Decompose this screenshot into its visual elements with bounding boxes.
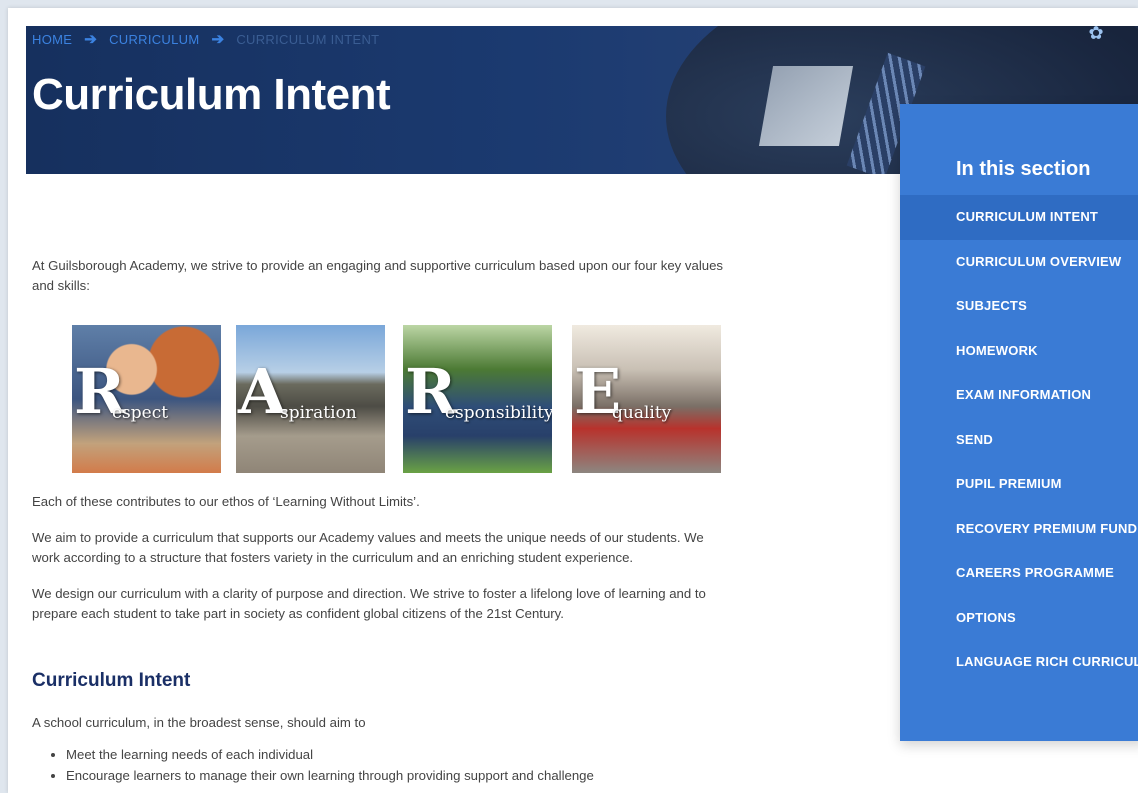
nav-item-curriculum-intent[interactable]: CURRICULUM INTENT — [900, 195, 1138, 240]
value-initial: A — [238, 355, 287, 428]
value-word: esponsibility — [445, 403, 552, 423]
nav-item-options[interactable]: OPTIONS — [900, 596, 1138, 641]
nav-item-careers-programme[interactable]: CAREERS PROGRAMME — [900, 551, 1138, 596]
design-paragraph: We design our curriculum with a clarity … — [32, 586, 706, 621]
crest-icon: ✿ — [1088, 26, 1104, 43]
arrow-right-icon: ➔ — [84, 31, 98, 48]
value-tile-aspiration: A spiration — [236, 325, 385, 473]
aim-paragraph: We aim to provide a curriculum that supp… — [32, 530, 704, 565]
list-item: Encourage learners to manage their own l… — [66, 765, 594, 786]
breadcrumb-curriculum-link[interactable]: CURRICULUM — [109, 32, 199, 47]
value-word: spiration — [280, 403, 357, 423]
value-tile-equality: E quality — [572, 325, 721, 473]
nav-item-language-rich-curriculum[interactable]: LANGUAGE RICH CURRICULUM — [900, 640, 1138, 685]
breadcrumb-current: CURRICULUM INTENT — [236, 31, 380, 47]
section-nav-list: CURRICULUM INTENT CURRICULUM OVERVIEW SU… — [900, 195, 1138, 685]
nav-item-curriculum-overview[interactable]: CURRICULUM OVERVIEW — [900, 240, 1138, 285]
nav-item-send[interactable]: SEND — [900, 418, 1138, 463]
intro-paragraph: At Guilsborough Academy, we strive to pr… — [32, 258, 724, 293]
value-word: quality — [612, 403, 672, 423]
value-tile-respect: R espect — [72, 325, 221, 473]
page-title: Curriculum Intent — [32, 70, 391, 119]
page: ✿ HOME ➔ CURRICULUM ➔ CURRICULUM INTENT … — [8, 8, 1138, 793]
nav-item-recovery-premium-funding[interactable]: RECOVERY PREMIUM FUNDING — [900, 507, 1138, 552]
aims-list: Meet the learning needs of each individu… — [32, 744, 594, 786]
section-intro: A school curriculum, in the broadest sen… — [32, 715, 366, 730]
nav-item-pupil-premium[interactable]: PUPIL PREMIUM — [900, 462, 1138, 507]
breadcrumb: HOME ➔ CURRICULUM ➔ CURRICULUM INTENT — [32, 30, 379, 48]
ethos-paragraph: Each of these contributes to our ethos o… — [32, 494, 420, 509]
value-word: espect — [112, 403, 169, 423]
arrow-right-icon: ➔ — [211, 31, 225, 48]
nav-item-exam-information[interactable]: EXAM INFORMATION — [900, 373, 1138, 418]
breadcrumb-home-link[interactable]: HOME — [32, 32, 72, 47]
hero-photo-window — [758, 66, 854, 146]
list-item: Meet the learning needs of each individu… — [66, 744, 594, 765]
section-nav: In this section CURRICULUM INTENT CURRIC… — [900, 104, 1138, 741]
nav-item-subjects[interactable]: SUBJECTS — [900, 284, 1138, 329]
section-nav-heading: In this section — [956, 158, 1091, 180]
section-heading: Curriculum Intent — [32, 670, 191, 691]
value-tile-responsibility: R esponsibility — [403, 325, 552, 473]
nav-item-homework[interactable]: HOMEWORK — [900, 329, 1138, 374]
